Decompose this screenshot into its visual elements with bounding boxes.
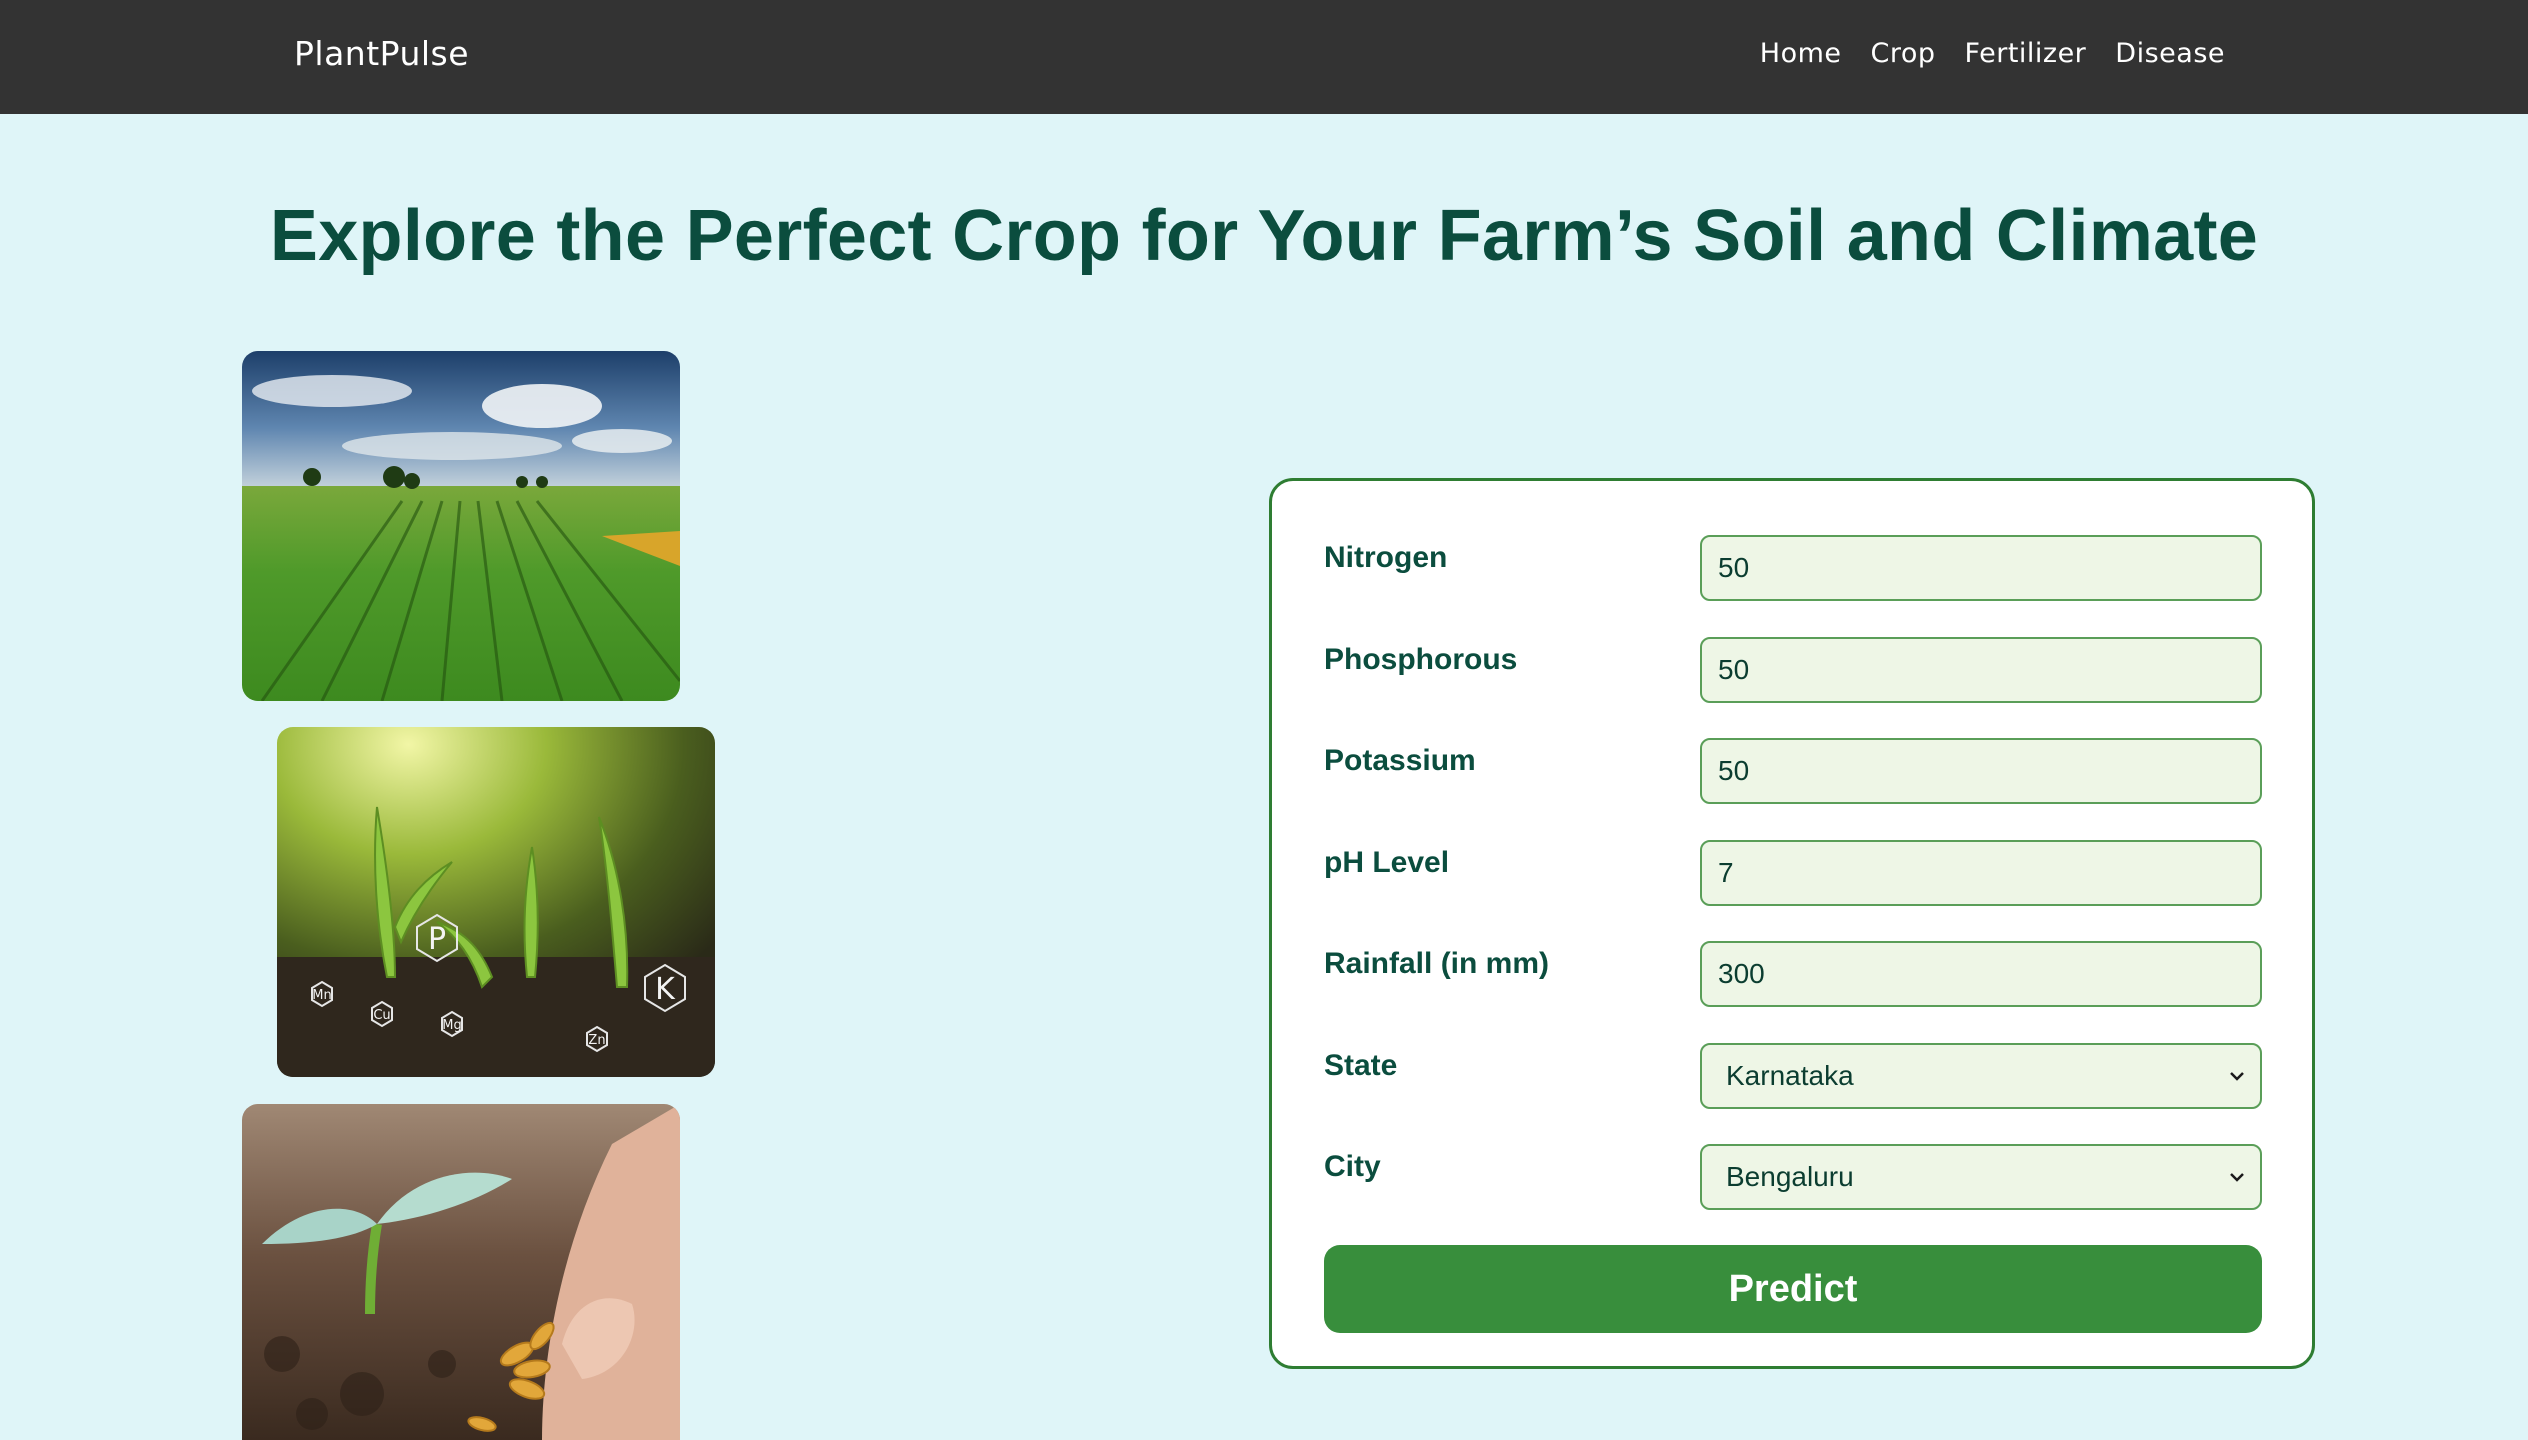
nutrient-mg-label: Mg [442, 1018, 461, 1033]
state-selected-value: Karnataka [1726, 1060, 1854, 1091]
state-select[interactable]: Karnataka [1700, 1043, 2262, 1109]
nutrient-p-label: P [428, 922, 446, 957]
phosphorous-row: Phosphorous 50 [1272, 637, 2312, 703]
ph-level-input[interactable]: 7 [1700, 840, 2262, 906]
predict-button[interactable]: Predict [1324, 1245, 2262, 1333]
nutrient-k-label: K [655, 972, 676, 1007]
farm-field-photo [242, 351, 680, 701]
state-row: State Karnataka [1272, 1043, 2312, 1109]
state-label: State [1324, 1049, 1398, 1082]
rainfall-row: Rainfall (in mm) 300 [1272, 941, 2312, 1007]
rainfall-input[interactable]: 300 [1700, 941, 2262, 1007]
nav-link-home[interactable]: Home [1760, 38, 1842, 69]
nitrogen-row: Nitrogen 50 [1272, 535, 2312, 601]
potassium-input[interactable]: 50 [1700, 738, 2262, 804]
ph-level-label: pH Level [1324, 846, 1450, 879]
phosphorous-input[interactable]: 50 [1700, 637, 2262, 703]
nitrogen-input[interactable]: 50 [1700, 535, 2262, 601]
potassium-label: Potassium [1324, 744, 1476, 777]
phosphorous-label: Phosphorous [1324, 643, 1518, 676]
top-navbar: PlantPulse Home Crop Fertilizer Disease [0, 0, 2528, 114]
potassium-row: Potassium 50 [1272, 738, 2312, 804]
ph-level-row: pH Level 7 [1272, 840, 2312, 906]
city-label: City [1324, 1150, 1381, 1183]
city-row: City Bengaluru [1272, 1144, 2312, 1210]
chevron-down-icon [2230, 1072, 2244, 1081]
city-selected-value: Bengaluru [1726, 1161, 1854, 1192]
page-title: Explore the Perfect Crop for Your Farm’s… [269, 196, 2259, 276]
hand-planting-seed-photo [242, 1104, 680, 1440]
crop-prediction-form: Nitrogen 50 Phosphorous 50 Potassium 50 … [1269, 478, 2315, 1369]
nutrient-zn-label: Zn [588, 1033, 605, 1048]
nav-link-fertilizer[interactable]: Fertilizer [1965, 38, 2087, 69]
nutrient-mn-label: Mn [312, 988, 331, 1003]
nav-link-crop[interactable]: Crop [1871, 38, 1936, 69]
nav-links: Home Crop Fertilizer Disease [1731, 38, 2225, 69]
nitrogen-label: Nitrogen [1324, 541, 1448, 574]
nav-link-disease[interactable]: Disease [2115, 38, 2225, 69]
chevron-down-icon [2230, 1173, 2244, 1182]
seedlings-nutrients-photo: P K Mn Cu Mg Zn [277, 727, 715, 1077]
city-select[interactable]: Bengaluru [1700, 1144, 2262, 1210]
brand-logo[interactable]: PlantPulse [294, 34, 469, 73]
nutrient-cu-label: Cu [373, 1008, 390, 1023]
rainfall-label: Rainfall (in mm) [1324, 947, 1550, 980]
